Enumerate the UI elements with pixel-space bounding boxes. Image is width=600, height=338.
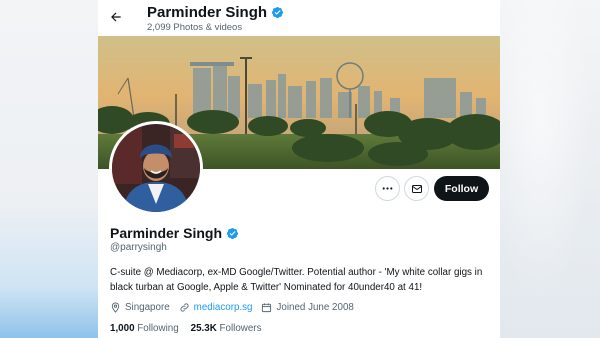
- profile-handle: @parrysingh: [110, 242, 167, 253]
- profile-name: Parminder Singh: [110, 225, 223, 241]
- more-horizontal-icon: [382, 187, 393, 190]
- header-title: Parminder Singh: [147, 4, 268, 21]
- back-button[interactable]: [104, 5, 128, 29]
- message-button[interactable]: [404, 176, 429, 201]
- avatar: [112, 124, 200, 212]
- header-subtitle: 2,099 Photos & videos: [147, 22, 243, 33]
- avatar-image: [112, 124, 200, 212]
- arrow-left-icon: [111, 12, 121, 22]
- followers-label: Followers: [219, 323, 262, 334]
- verified-badge-icon[interactable]: [226, 227, 239, 240]
- background-left: [0, 0, 98, 338]
- profile-meta: Singapore mediacorp.sg Joined June 2008: [110, 302, 363, 313]
- link-icon: [180, 303, 189, 312]
- profile-bio: C-suite @ Mediacorp, ex-MD Google/Twitte…: [110, 267, 483, 293]
- envelope-icon: [411, 184, 422, 193]
- joined-item: Joined June 2008: [261, 302, 354, 313]
- profile-panel: Parminder Singh 2,099 Photos & videos Fo…: [98, 0, 500, 338]
- followers-link[interactable]: 25.3K Followers: [191, 323, 262, 334]
- calendar-icon: [262, 303, 272, 313]
- following-link[interactable]: 1,000 Following: [110, 323, 179, 334]
- following-count: 1,000: [110, 323, 135, 334]
- website-item[interactable]: mediacorp.sg: [179, 302, 253, 313]
- verified-badge-icon: [271, 6, 284, 19]
- joined-text: Joined June 2008: [276, 302, 354, 313]
- website-link[interactable]: mediacorp.sg: [194, 302, 253, 313]
- avatar-frame[interactable]: [109, 121, 203, 215]
- location-text: Singapore: [125, 302, 170, 313]
- location-item: Singapore: [110, 302, 170, 313]
- profile-name-row: Parminder Singh: [110, 225, 239, 241]
- profile-stats: 1,000 Following 25.3K Followers: [110, 323, 273, 334]
- followers-count: 25.3K: [190, 323, 217, 334]
- background-right: [500, 0, 600, 338]
- more-button[interactable]: [375, 176, 400, 201]
- header-title-row: Parminder Singh: [147, 4, 284, 21]
- profile-header: Parminder Singh 2,099 Photos & videos: [98, 0, 500, 36]
- following-label: Following: [137, 323, 179, 334]
- location-pin-icon: [111, 302, 120, 313]
- follow-button[interactable]: Follow: [434, 176, 489, 201]
